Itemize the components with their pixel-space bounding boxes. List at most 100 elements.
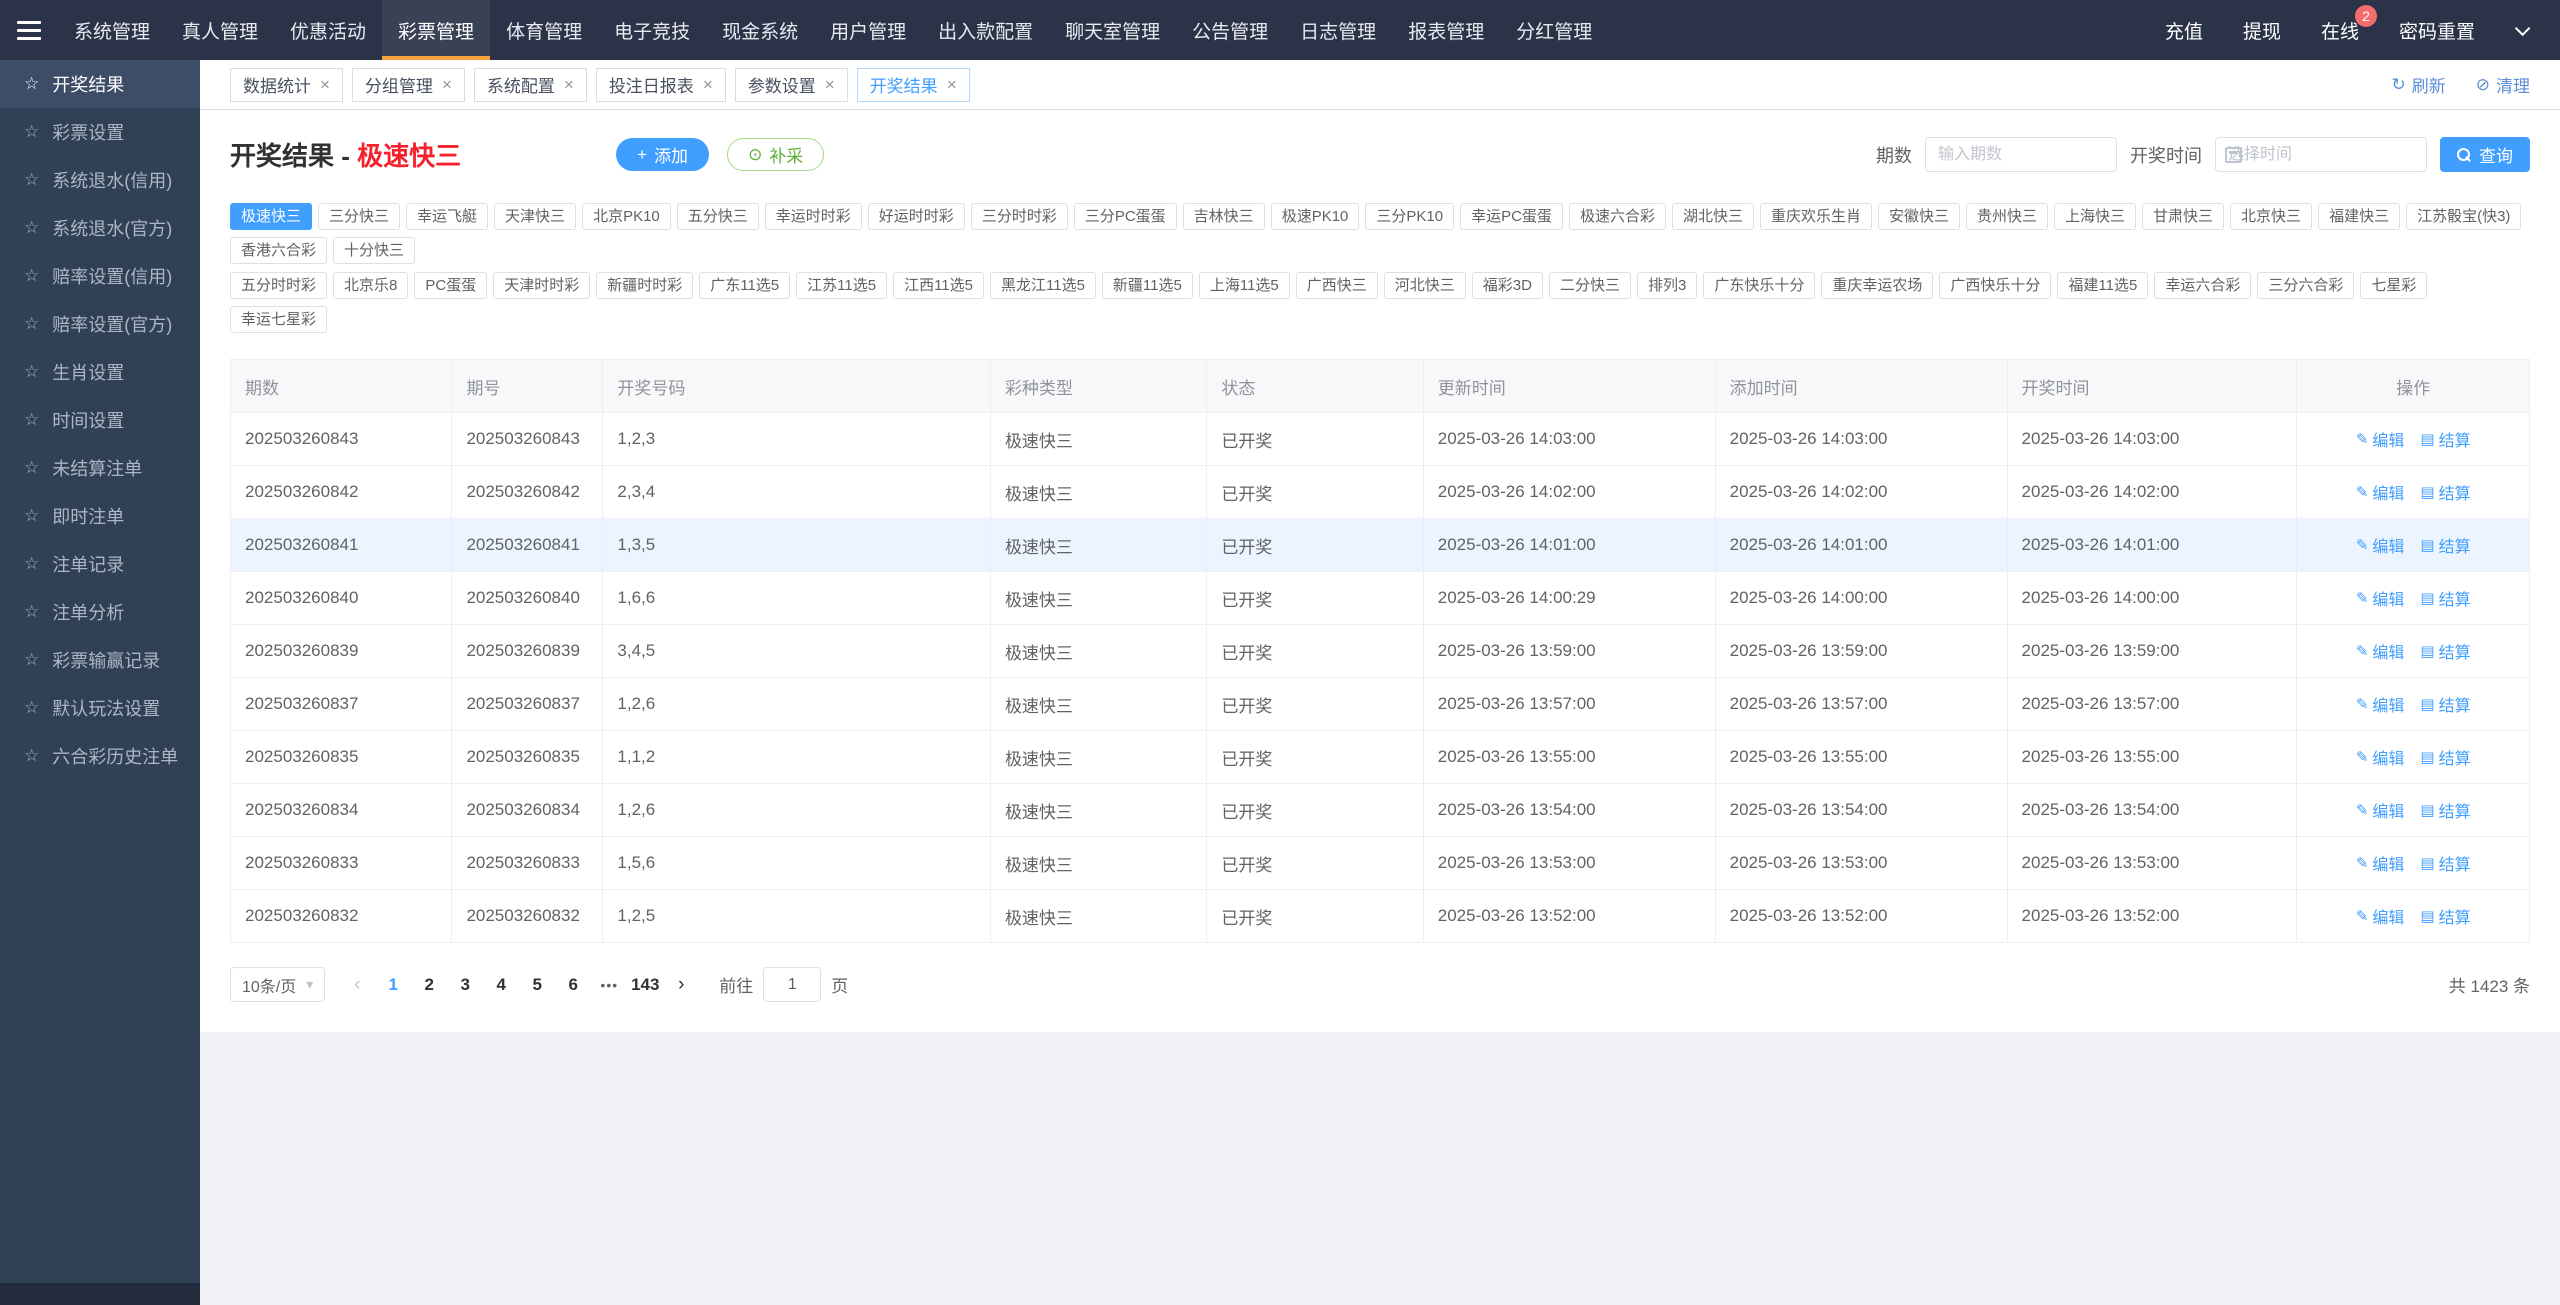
edit-button[interactable]: ✎ 编辑 (2356, 851, 2405, 875)
filter-chip[interactable]: 上海快三 (2054, 203, 2137, 230)
close-icon[interactable]: × (564, 76, 574, 93)
settle-button[interactable]: ▤ 结算 (2420, 904, 2470, 928)
topnav-item[interactable]: 体育管理 (490, 0, 598, 60)
topnav-item[interactable]: 公告管理 (1176, 0, 1284, 60)
topnav-item[interactable]: 优惠活动 (274, 0, 382, 60)
refresh-button[interactable]: ↻ 刷新 (2392, 72, 2446, 97)
hamburger-icon[interactable] (0, 0, 58, 60)
filter-chip[interactable]: 香港六合彩 (230, 237, 328, 264)
close-icon[interactable]: × (947, 76, 957, 93)
supplement-button[interactable]: ⊙ 补采 (727, 138, 825, 171)
close-icon[interactable]: × (825, 76, 835, 93)
topnav-item[interactable]: 电子竞技 (598, 0, 706, 60)
search-button[interactable]: 查询 (2440, 137, 2530, 172)
filter-chip[interactable]: 二分快三 (1548, 272, 1631, 299)
sidebar-item[interactable]: ☆ 系统退水(官方) (0, 204, 200, 252)
edit-button[interactable]: ✎ 编辑 (2356, 745, 2405, 769)
topnav-item[interactable]: 真人管理 (166, 0, 274, 60)
filter-chip[interactable]: 三分PK10 (1365, 203, 1455, 230)
page-number[interactable]: 4 (483, 967, 519, 1002)
close-icon[interactable]: × (703, 76, 713, 93)
filter-chip[interactable]: 福建11选5 (2057, 272, 2149, 299)
page-number[interactable]: 143 (627, 967, 663, 1002)
topnav-item[interactable]: 分红管理 (1500, 0, 1608, 60)
filter-chip[interactable]: 极速快三 (230, 203, 313, 230)
filter-chip[interactable]: 黑龙江11选5 (990, 272, 1096, 299)
filter-chip[interactable]: 河北快三 (1383, 272, 1466, 299)
filter-chip[interactable]: 重庆幸运农场 (1821, 272, 1934, 299)
tag-item[interactable]: 数据统计 × (230, 67, 343, 102)
edit-button[interactable]: ✎ 编辑 (2356, 427, 2405, 451)
topnav-item[interactable]: 日志管理 (1284, 0, 1392, 60)
filter-chip[interactable]: 幸运PC蛋蛋 (1460, 203, 1563, 230)
period-input[interactable] (1925, 137, 2117, 172)
close-icon[interactable]: × (320, 76, 330, 93)
filter-chip[interactable]: 排列3 (1637, 272, 1698, 299)
filter-chip[interactable]: 广东快乐十分 (1703, 272, 1816, 299)
filter-chip[interactable]: 七星彩 (2360, 272, 2428, 299)
settle-button[interactable]: ▤ 结算 (2420, 851, 2470, 875)
tag-item[interactable]: 参数设置 × (734, 67, 848, 102)
filter-chip[interactable]: 北京PK10 (582, 203, 671, 230)
filter-chip[interactable]: 十分快三 (333, 237, 416, 264)
close-icon[interactable]: × (442, 76, 452, 93)
filter-chip[interactable]: PC蛋蛋 (414, 272, 488, 299)
sidebar-item[interactable]: ☆ 六合彩历史注单 (0, 732, 200, 780)
settle-button[interactable]: ▤ 结算 (2420, 639, 2470, 663)
filter-chip[interactable]: 广西快乐十分 (1939, 272, 2052, 299)
chevron-down-icon[interactable] (2514, 20, 2531, 36)
sidebar-item[interactable]: ☆ 生肖设置 (0, 348, 200, 396)
filter-chip[interactable]: 幸运六合彩 (2154, 272, 2252, 299)
sidebar-collapse-bar[interactable] (0, 1283, 200, 1305)
filter-chip[interactable]: 福彩3D (1471, 272, 1543, 299)
sidebar-item[interactable]: ☆ 即时注单 (0, 492, 200, 540)
sidebar-item[interactable]: ☆ 彩票设置 (0, 108, 200, 156)
recharge-link[interactable]: 充值 (2165, 17, 2203, 44)
filter-chip[interactable]: 三分时时彩 (970, 203, 1068, 230)
filter-chip[interactable]: 天津快三 (494, 203, 577, 230)
filter-chip[interactable]: 三分PC蛋蛋 (1073, 203, 1177, 230)
sidebar-item[interactable]: ☆ 赔率设置(信用) (0, 252, 200, 300)
more-pages-icon[interactable]: ••• (591, 967, 627, 1002)
page-number[interactable]: 6 (555, 967, 591, 1002)
filter-chip[interactable]: 幸运七星彩 (230, 306, 328, 333)
page-number[interactable]: 2 (411, 967, 447, 1002)
sidebar-item[interactable]: ☆ 赔率设置(官方) (0, 300, 200, 348)
password-reset-link[interactable]: 密码重置 (2399, 17, 2475, 44)
filter-chip[interactable]: 上海11选5 (1198, 272, 1290, 299)
page-number[interactable]: 1 (375, 967, 411, 1002)
edit-button[interactable]: ✎ 编辑 (2356, 480, 2405, 504)
filter-chip[interactable]: 甘肃快三 (2142, 203, 2225, 230)
sidebar-item[interactable]: ☆ 开奖结果 (0, 60, 200, 108)
clean-button[interactable]: ⊘ 清理 (2476, 72, 2530, 97)
filter-chip[interactable]: 三分快三 (318, 203, 401, 230)
settle-button[interactable]: ▤ 结算 (2420, 427, 2470, 451)
sidebar-item[interactable]: ☆ 注单记录 (0, 540, 200, 588)
filter-chip[interactable]: 福建快三 (2318, 203, 2401, 230)
topnav-item[interactable]: 现金系统 (706, 0, 814, 60)
filter-chip[interactable]: 北京乐8 (333, 272, 409, 299)
page-number[interactable]: 3 (447, 967, 483, 1002)
filter-chip[interactable]: 江西11选5 (893, 272, 984, 299)
settle-button[interactable]: ▤ 结算 (2420, 480, 2470, 504)
filter-chip[interactable]: 幸运时时彩 (764, 203, 862, 230)
edit-button[interactable]: ✎ 编辑 (2356, 533, 2405, 557)
sidebar-item[interactable]: ☆ 彩票输赢记录 (0, 636, 200, 684)
edit-button[interactable]: ✎ 编辑 (2356, 692, 2405, 716)
page-size-select[interactable]: 10条/页 ▾ (230, 967, 326, 1002)
sidebar-item[interactable]: ☆ 时间设置 (0, 396, 200, 444)
filter-chip[interactable]: 三分六合彩 (2257, 272, 2355, 299)
edit-button[interactable]: ✎ 编辑 (2356, 904, 2405, 928)
filter-chip[interactable]: 江苏11选5 (796, 272, 888, 299)
filter-chip[interactable]: 广东11选5 (699, 272, 791, 299)
settle-button[interactable]: ▤ 结算 (2420, 692, 2470, 716)
tag-item[interactable]: 系统配置 × (473, 67, 587, 102)
filter-chip[interactable]: 湖北快三 (1671, 203, 1754, 230)
settle-button[interactable]: ▤ 结算 (2420, 586, 2470, 610)
sidebar-item[interactable]: ☆ 系统退水(信用) (0, 156, 200, 204)
settle-button[interactable]: ▤ 结算 (2420, 798, 2470, 822)
edit-button[interactable]: ✎ 编辑 (2356, 798, 2405, 822)
withdraw-link[interactable]: 提现 (2243, 17, 2281, 44)
topnav-item[interactable]: 报表管理 (1392, 0, 1500, 60)
settle-button[interactable]: ▤ 结算 (2420, 533, 2470, 557)
